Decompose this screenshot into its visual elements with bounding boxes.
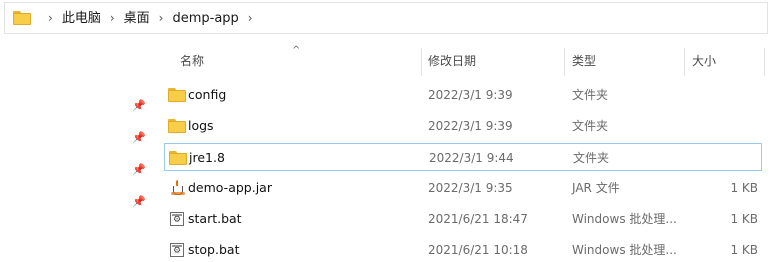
file-row-jre[interactable]: jre1.8 2022/3/1 9:44 文件夹 [164,143,762,171]
file-date: 2022/3/1 9:39 [428,88,513,102]
pin-icon[interactable]: 📌 [132,100,146,112]
pin-icon[interactable]: 📌 [132,164,146,176]
file-name: start.bat [188,211,242,226]
chevron-right-icon[interactable]: › [48,12,53,24]
java-jar-icon [168,180,186,196]
chevron-right-icon[interactable]: › [159,12,164,24]
breadcrumb-item-desktop[interactable]: 桌面 [124,12,150,25]
column-header-date[interactable]: 修改日期 [412,44,562,78]
file-date: 2022/3/1 9:44 [429,151,514,165]
file-type: Windows 批处理... [572,212,677,226]
file-type: JAR 文件 [572,181,620,195]
breadcrumb-item-demp-app[interactable]: demp-app [172,12,238,25]
folder-icon [168,87,186,103]
file-row-logs[interactable]: logs 2022/3/1 9:39 文件夹 [164,112,762,140]
folder-icon [168,118,186,134]
file-date: 2021/6/21 18:47 [428,212,528,226]
file-name: config [188,87,227,102]
file-row-demo-app-jar[interactable]: demo-app.jar 2022/3/1 9:35 JAR 文件 1 KB [164,174,762,202]
breadcrumb-item-this-pc[interactable]: 此电脑 [62,12,101,25]
file-row-start-bat[interactable]: start.bat 2021/6/21 18:47 Windows 批处理...… [164,205,762,233]
file-date: 2022/3/1 9:39 [428,119,513,133]
column-header: ^ 名称 修改日期 类型 大小 [0,44,772,78]
file-date: 2021/6/21 10:18 [428,243,528,257]
file-type: 文件夹 [572,88,609,102]
chevron-right-icon[interactable]: › [248,12,253,24]
batch-file-icon [168,211,186,227]
address-bar[interactable]: › 此电脑 › 桌面 › demp-app › [4,2,768,34]
file-size: 1 KB [730,212,758,226]
file-size: 1 KB [730,243,758,257]
file-name: stop.bat [188,242,240,257]
file-row-config[interactable]: config 2022/3/1 9:39 文件夹 [164,81,762,109]
file-name: demo-app.jar [188,180,272,195]
file-type: 文件夹 [573,151,610,165]
file-size: 1 KB [730,181,758,195]
file-date: 2022/3/1 9:35 [428,181,513,195]
pin-icon[interactable]: 📌 [132,196,146,208]
pin-icon[interactable]: 📌 [132,132,146,144]
column-header-name[interactable]: 名称 [164,44,420,78]
file-name: jre1.8 [189,150,225,165]
folder-icon [169,150,187,166]
file-name: logs [188,118,214,133]
file-type: Windows 批处理... [572,243,677,257]
column-header-type[interactable]: 类型 [556,44,676,78]
file-row-stop-bat[interactable]: stop.bat 2021/6/21 10:18 Windows 批处理... … [164,236,762,262]
file-type: 文件夹 [572,119,609,133]
batch-file-icon [168,242,186,258]
folder-icon [13,11,31,25]
column-divider[interactable] [764,48,765,76]
column-header-size[interactable]: 大小 [676,44,756,78]
chevron-right-icon[interactable]: › [110,12,115,24]
